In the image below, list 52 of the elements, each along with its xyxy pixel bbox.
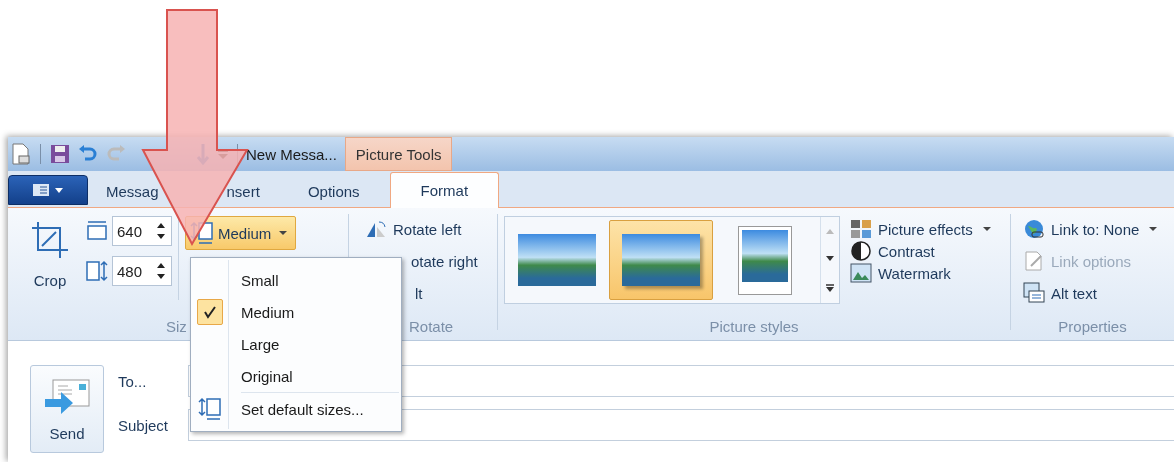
effects-grid-icon[interactable] — [850, 219, 872, 239]
rotate-option[interactable]: lt — [415, 284, 423, 302]
rotate-left-icon[interactable] — [365, 219, 387, 239]
ribbon-tab[interactable]: Format — [389, 172, 500, 208]
height-icon — [86, 260, 108, 282]
picture-style[interactable] — [609, 220, 713, 300]
globe-icon[interactable] — [1023, 218, 1045, 240]
ribbon-tab[interactable]: Options — [307, 181, 360, 201]
crop-icon — [30, 220, 70, 260]
menu-item[interactable]: Set default sizes... — [191, 393, 401, 425]
crop-button[interactable]: Crop — [26, 216, 74, 300]
group-label: Siz — [166, 317, 187, 335]
ribbon-tab[interactable]: Messag — [106, 181, 159, 201]
effect-option[interactable]: Contrast — [878, 242, 935, 260]
envelope-icon — [43, 376, 91, 417]
to-button[interactable]: To... — [118, 372, 188, 390]
caret-icon — [1149, 227, 1158, 231]
group-label: Picture styles — [709, 317, 799, 335]
alt-text-icon[interactable] — [1023, 282, 1045, 304]
caret-icon — [279, 231, 288, 235]
width-icon — [86, 220, 108, 242]
resize-icon — [198, 397, 222, 421]
property-option[interactable]: Alt text — [1051, 284, 1097, 302]
app-menu-button[interactable] — [8, 175, 88, 205]
width-field[interactable]: 640 — [112, 216, 172, 246]
new-document-icon[interactable] — [10, 142, 32, 166]
ribbon-tab[interactable]: nsert — [226, 181, 260, 201]
caret-icon — [982, 227, 991, 231]
effect-option[interactable]: Watermark — [878, 264, 951, 282]
menu-item[interactable]: Large — [191, 328, 401, 360]
menu-item[interactable]: Small — [191, 264, 401, 296]
window-title: New Messa... — [246, 145, 337, 163]
group-label: Properties — [1058, 317, 1127, 335]
context-tab-label: Picture Tools — [344, 137, 453, 171]
subject-label: Subject — [118, 416, 170, 434]
menu-icon — [31, 183, 65, 197]
scroll-down-icon[interactable] — [825, 255, 835, 263]
spinner-icon[interactable] — [157, 221, 165, 241]
menu-item[interactable]: Medium — [191, 296, 401, 328]
rotate-option[interactable]: Rotate left — [393, 220, 462, 238]
effect-option[interactable]: Picture effects — [878, 220, 973, 238]
rotate-option[interactable]: otate right — [411, 252, 478, 270]
contrast-icon[interactable] — [850, 240, 872, 262]
send-button[interactable]: Send — [30, 365, 104, 453]
height-field[interactable]: 480 — [112, 256, 172, 286]
property-option[interactable]: Link to: None — [1051, 220, 1140, 238]
spinner-icon[interactable] — [157, 261, 165, 281]
group-label: Rotate — [409, 317, 454, 335]
menu-item[interactable]: Original — [191, 360, 401, 392]
save-icon[interactable] — [49, 143, 71, 165]
expand-gallery-icon[interactable] — [825, 283, 835, 293]
landscape-thumbnail — [739, 226, 791, 294]
